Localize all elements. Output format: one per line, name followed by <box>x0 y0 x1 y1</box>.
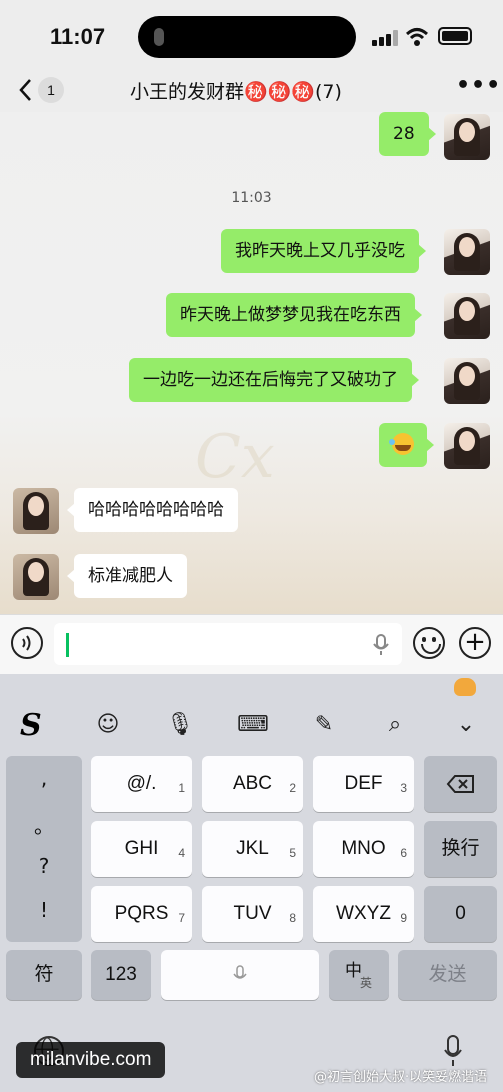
message-bubble[interactable]: 我昨天晚上又几乎没吃 <box>221 229 426 273</box>
message-bubble[interactable]: 28 <box>379 112 436 156</box>
more-functions-plus-button[interactable]: + <box>459 627 491 659</box>
back-arrow-icon[interactable] <box>16 76 36 104</box>
message-list[interactable]: Cx 28 11:03 我昨天晚上又几乎没吃 昨天晚上做梦梦见我在吃东西 一边吃… <box>0 112 503 614</box>
message-bubble[interactable]: 一边吃一边还在后悔完了又破功了 <box>129 358 419 402</box>
mascot-icon[interactable] <box>454 678 476 696</box>
status-time: 11:07 <box>50 24 106 49</box>
chat-title: 小王的发财群㊙️㊙️㊙️(7) <box>130 81 342 103</box>
dictation-mic-icon[interactable] <box>444 1034 462 1068</box>
status-bar: 11:07 <box>0 0 503 76</box>
space-mic-icon <box>233 965 247 979</box>
battery-icon <box>438 27 472 45</box>
dynamic-island <box>138 16 356 58</box>
friend-avatar[interactable] <box>13 488 59 534</box>
my-avatar[interactable] <box>444 229 490 275</box>
emoji-button[interactable] <box>413 627 445 659</box>
my-avatar[interactable] <box>444 423 490 469</box>
key-8[interactable]: 8 TUV <box>202 886 303 942</box>
handwriting-pen-icon[interactable]: ✎ <box>309 710 339 740</box>
keyboard: S ☺ 🎙 ⌨ ✎ ⌕ ⌄ , 。 ? ! 1 @/. 2 ABC 3 DEF 4 GH… <box>0 674 503 1092</box>
wifi-icon <box>405 28 429 46</box>
space-key[interactable] <box>161 950 319 1000</box>
language-switch-key[interactable]: 中 英 <box>329 950 389 1000</box>
search-icon[interactable]: ⌕ <box>380 710 410 740</box>
message-bubble[interactable]: 标准减肥人 <box>67 554 187 598</box>
key-4[interactable]: 4 GHI <box>91 821 192 877</box>
microphone-icon[interactable] <box>372 633 390 657</box>
background-watermark: Cx <box>195 422 275 492</box>
keyboard-toolbar: S ☺ 🎙 ⌨ ✎ ⌕ ⌄ <box>0 674 503 752</box>
voice-input-button[interactable] <box>11 627 43 659</box>
chat-header: 1 小王的发财群㊙️㊙️㊙️(7) ••• <box>0 70 503 112</box>
my-avatar[interactable] <box>444 293 490 339</box>
punct-key[interactable]: , <box>6 766 82 790</box>
send-key[interactable]: 发送 <box>398 950 497 1000</box>
sogou-logo-icon[interactable]: S <box>20 708 42 743</box>
key-7[interactable]: 7 PQRS <box>91 886 192 942</box>
message-bubble[interactable]: 昨天晚上做梦梦见我在吃东西 <box>166 293 422 337</box>
symbol-key[interactable]: 符 <box>6 950 82 1000</box>
laughing-crying-emoji-icon <box>389 433 414 455</box>
site-watermark: milanvibe.com <box>16 1042 166 1078</box>
numbers-key[interactable]: 123 <box>91 950 151 1000</box>
friend-avatar[interactable] <box>13 554 59 600</box>
key-9[interactable]: 9 WXYZ <box>313 886 414 942</box>
punct-key[interactable]: ? <box>6 854 82 878</box>
keyboard-layout-icon[interactable]: ⌨ <box>237 710 269 740</box>
weibo-watermark: @初言创始大叔·以笑妥燃谐语 <box>314 1070 488 1085</box>
punctuation-column[interactable]: , 。 ? ! <box>6 756 82 942</box>
flashlight-icon <box>154 28 164 46</box>
key-5[interactable]: 5 JKL <box>202 821 303 877</box>
voice-wave-icon <box>22 635 31 651</box>
message-bubble[interactable]: 哈哈哈哈哈哈哈哈 <box>67 488 238 532</box>
punct-key[interactable]: ! <box>6 898 82 922</box>
key-6[interactable]: 6 MNO <box>313 821 414 877</box>
unread-count-badge[interactable]: 1 <box>38 77 64 103</box>
zero-key[interactable]: 0 <box>424 886 497 942</box>
text-cursor <box>66 633 69 657</box>
key-1[interactable]: 1 @/. <box>91 756 192 812</box>
message-timestamp: 11:03 <box>231 190 272 206</box>
message-input[interactable] <box>54 623 402 665</box>
backspace-key[interactable] <box>424 756 497 812</box>
signal-icon <box>372 30 398 46</box>
my-avatar[interactable] <box>444 358 490 404</box>
my-avatar[interactable] <box>444 114 490 160</box>
backspace-icon <box>446 775 474 793</box>
key-2[interactable]: 2 ABC <box>202 756 303 812</box>
key-3[interactable]: 3 DEF <box>313 756 414 812</box>
input-bar: + <box>0 614 503 674</box>
newline-key[interactable]: 换行 <box>424 821 497 877</box>
message-bubble[interactable] <box>379 423 434 467</box>
emoji-smile-icon[interactable]: ☺ <box>93 710 123 740</box>
collapse-chevron-down-icon[interactable]: ⌄ <box>451 710 481 740</box>
voice-mic-icon[interactable]: 🎙 <box>165 710 195 740</box>
more-options-button[interactable]: ••• <box>456 75 500 100</box>
punct-key[interactable]: 。 <box>6 810 82 839</box>
